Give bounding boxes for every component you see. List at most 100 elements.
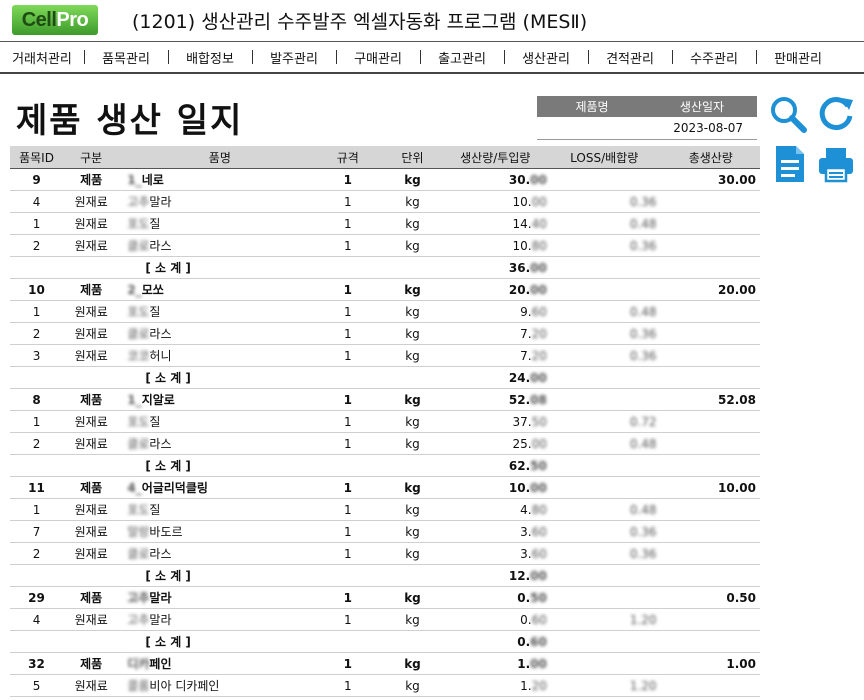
cell-id: 4: [10, 190, 64, 213]
cell-total: [664, 520, 760, 543]
cell-spec: 1: [313, 674, 383, 697]
cell-name: [ 소 계 ]: [119, 366, 314, 389]
cell-unit: kg: [382, 212, 443, 235]
cell-name: 1_지알로: [119, 388, 314, 411]
menu-item[interactable]: 배합정보: [168, 48, 252, 67]
cell-total: [664, 256, 760, 279]
cell-qty: 0.60: [442, 608, 551, 631]
cell-name: 포도질: [119, 300, 314, 323]
cell-unit: kg: [382, 542, 443, 565]
cell-qty: 52.08: [442, 388, 551, 411]
cell-type: 원재료: [63, 234, 120, 257]
cell-unit: [382, 366, 443, 389]
cell-name: 말랑바도르: [119, 520, 314, 543]
cell-total: [664, 674, 760, 697]
app-title: (1201) 생산관리 수주발주 엑셀자동화 프로그램 (MESⅡ): [132, 11, 588, 33]
cell-unit: kg: [382, 476, 443, 499]
cell-loss: [550, 256, 665, 279]
material-row: 2 원재료 클로라스 1 kg 25.00 0.48: [10, 432, 760, 455]
cell-total: [664, 366, 760, 389]
cell-spec: 1: [313, 278, 383, 301]
cell-type: 원재료: [63, 498, 120, 521]
cell-spec: [313, 366, 383, 389]
cell-total: 20.00: [664, 278, 760, 301]
cell-id: 29: [10, 586, 64, 609]
cell-spec: 1: [313, 586, 383, 609]
cell-qty: 30.00: [442, 168, 551, 191]
menu-item[interactable]: 발주관리: [252, 48, 336, 67]
search-icon[interactable]: [768, 94, 808, 134]
cell-qty: 0.50: [442, 586, 551, 609]
cell-spec: [313, 564, 383, 587]
cell-name: 4_어글리덕클링: [119, 476, 314, 499]
material-row: 4 원재료 고추말라 1 kg 10.00 0.36: [10, 190, 760, 213]
menu-item[interactable]: 구매관리: [336, 48, 420, 67]
cell-unit: kg: [382, 432, 443, 455]
cell-total: [664, 564, 760, 587]
info-box: 제품명 생산일자 2023-08-07: [537, 96, 757, 140]
cell-loss: 0.36: [550, 190, 665, 213]
material-row: 5 원재료 콜롬비아 디카페인 1 kg 1.20 1.20: [10, 674, 760, 697]
menu-item[interactable]: 품목관리: [84, 48, 168, 67]
cell-total: [664, 322, 760, 345]
cell-type: 제품: [63, 278, 120, 301]
cell-id: 2: [10, 432, 64, 455]
cell-total: [664, 234, 760, 257]
cell-spec: 1: [313, 234, 383, 257]
cell-unit: kg: [382, 498, 443, 521]
cell-total: 0.50: [664, 586, 760, 609]
menu-item[interactable]: 거래처관리: [0, 48, 84, 67]
cell-name: 고추말라: [119, 586, 314, 609]
printer-icon[interactable]: [816, 144, 856, 184]
cell-loss: [550, 454, 665, 477]
title-bar: CellPro (1201) 생산관리 수주발주 엑셀자동화 프로그램 (MES…: [0, 0, 864, 38]
cell-id: 8: [10, 388, 64, 411]
cell-total: [664, 212, 760, 235]
cell-type: [63, 256, 120, 279]
cell-name: 1_네로: [119, 168, 314, 191]
cell-id: 4: [10, 608, 64, 631]
cell-qty: 4.80: [442, 498, 551, 521]
cell-loss: 0.36: [550, 542, 665, 565]
cell-spec: 1: [313, 476, 383, 499]
date-value[interactable]: 2023-08-07: [647, 121, 757, 135]
cell-type: 제품: [63, 586, 120, 609]
cell-loss: 1.20: [550, 608, 665, 631]
menu-item[interactable]: 생산관리: [504, 48, 588, 67]
menu-item[interactable]: 출고관리: [420, 48, 504, 67]
cell-name: 포도질: [119, 410, 314, 433]
cell-qty: 9.60: [442, 300, 551, 323]
cell-spec: [313, 630, 383, 653]
cell-spec: 1: [313, 498, 383, 521]
cellpro-logo: CellPro: [12, 5, 98, 35]
cell-unit: kg: [382, 674, 443, 697]
menu-item[interactable]: 견적관리: [588, 48, 672, 67]
cell-id: 1: [10, 212, 64, 235]
cell-type: 원재료: [63, 212, 120, 235]
cell-loss: [550, 586, 665, 609]
cell-name: [ 소 계 ]: [119, 256, 314, 279]
cell-type: 제품: [63, 388, 120, 411]
cell-qty: 24.00: [442, 366, 551, 389]
column-header: LOSS/배합량: [550, 146, 665, 169]
production-log-table: 품목ID 구분 품명 규격 단위 생산량/투입량 LOSS/배합량 총생산량 9 제품 1_네로 1…: [10, 146, 760, 697]
cell-spec: 1: [313, 344, 383, 367]
cell-qty: 0.60: [442, 630, 551, 653]
cell-type: [63, 454, 120, 477]
cell-type: 원재료: [63, 432, 120, 455]
subtotal-row: [ 소 계 ] 62.50: [10, 454, 760, 477]
cell-id: [10, 564, 64, 587]
cell-name: 포도질: [119, 498, 314, 521]
cell-qty: 12.00: [442, 564, 551, 587]
cell-type: 원재료: [63, 674, 120, 697]
cell-unit: kg: [382, 608, 443, 631]
cell-type: [63, 366, 120, 389]
menu-item[interactable]: 판매관리: [756, 48, 840, 67]
cell-unit: kg: [382, 652, 443, 675]
menu-item[interactable]: 수주관리: [672, 48, 756, 67]
document-icon[interactable]: [770, 144, 810, 184]
refresh-icon[interactable]: [816, 94, 856, 134]
cell-id: 11: [10, 476, 64, 499]
cell-loss: [550, 630, 665, 653]
cell-qty: 25.00: [442, 432, 551, 455]
